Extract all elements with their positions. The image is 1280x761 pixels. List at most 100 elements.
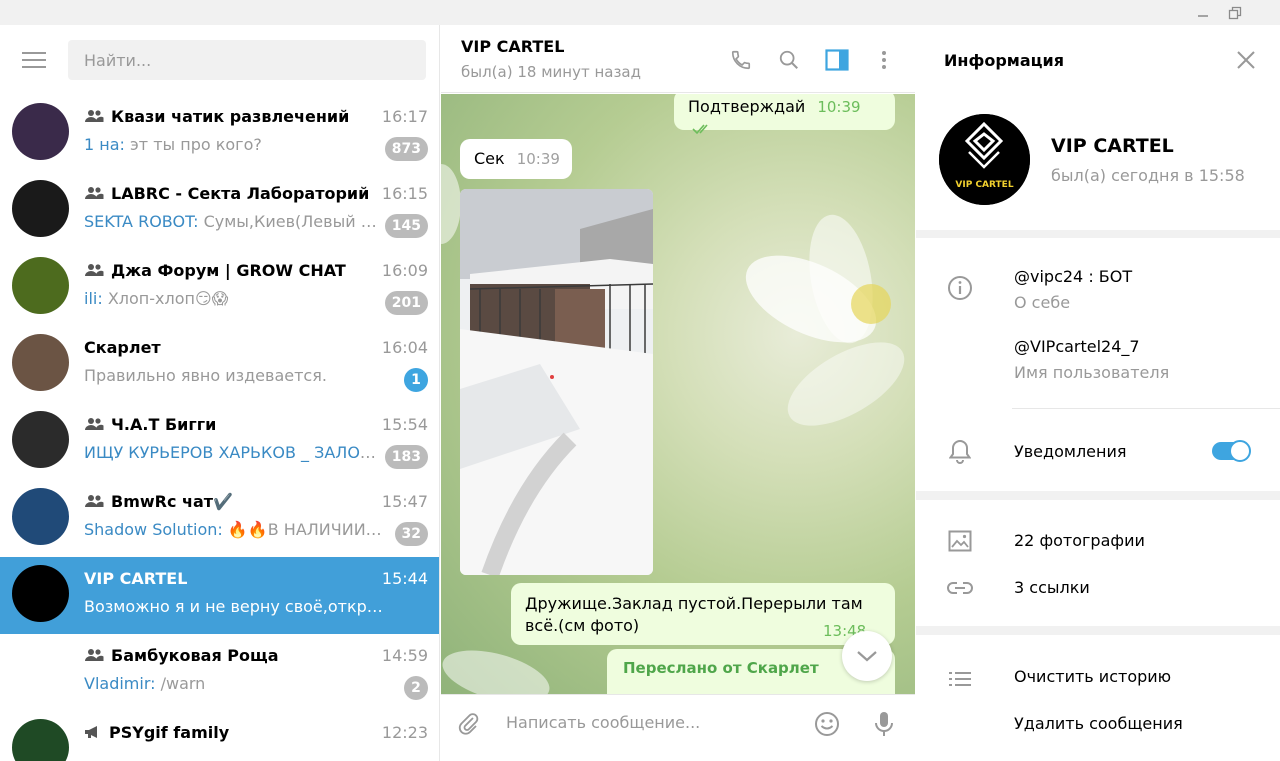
info-actions-block: Очистить историю Удалить сообщения bbox=[916, 635, 1280, 761]
profile-avatar[interactable]: VIP CARTEL bbox=[939, 114, 1030, 205]
chat-preview: Vladimir: /warn bbox=[84, 674, 384, 693]
wallpaper-flower-center bbox=[851, 284, 891, 324]
notifications-toggle[interactable] bbox=[1212, 440, 1251, 462]
chat-list-item[interactable]: VIP CARTEL 15:44 Возможно я и не верну сво… bbox=[0, 557, 439, 634]
delete-messages-button[interactable]: Удалить сообщения bbox=[1014, 714, 1183, 733]
chat-avatar bbox=[12, 565, 69, 622]
message-photo[interactable] bbox=[460, 189, 653, 575]
close-icon[interactable] bbox=[1228, 45, 1264, 75]
chat-avatar bbox=[12, 257, 69, 314]
hamburger-menu-icon[interactable] bbox=[14, 45, 54, 75]
notifications-label: Уведомления bbox=[1014, 442, 1127, 461]
chat-preview: ili: Хлоп-хлоп😏😱 bbox=[84, 289, 384, 308]
microphone-icon[interactable] bbox=[869, 709, 899, 739]
group-icon bbox=[84, 263, 104, 277]
chat-list-item[interactable]: Скарлет 16:04 Правильно явно издевается. 1 bbox=[0, 326, 439, 403]
chat-time: 16:17 bbox=[381, 107, 428, 126]
chat-preview: Shadow Solution: 🔥🔥В НАЛИЧИИ Г... bbox=[84, 520, 384, 539]
message-outgoing[interactable]: Дружище.Заклад пустой.Перерыли там всё.(… bbox=[511, 583, 895, 645]
chat-title[interactable]: VIP CARTEL bbox=[461, 37, 564, 56]
info-icon bbox=[946, 274, 974, 302]
chat-preview: ИЩУ КУРЬЕРОВ ХАРЬКОВ _ ЗАЛОГ!!: ... bbox=[84, 443, 384, 462]
chat-list-item[interactable]: Квази чатик развлечений 16:17 1 на: эт ты … bbox=[0, 95, 439, 172]
divider bbox=[1012, 408, 1280, 409]
chat-list-item[interactable]: BmwRc чат✔️ 15:47 Shadow Solution: 🔥🔥В НАЛ… bbox=[0, 480, 439, 557]
search-icon[interactable] bbox=[774, 45, 804, 75]
chat-name-row: VIP CARTEL bbox=[84, 567, 428, 589]
chat-name-row: BmwRc чат✔️ bbox=[84, 490, 428, 512]
info-title: Информация bbox=[944, 51, 1064, 70]
unread-badge: 2 bbox=[404, 676, 428, 700]
chat-time: 14:59 bbox=[381, 646, 428, 665]
search-input[interactable]: Найти... bbox=[68, 40, 426, 80]
chat-list-item[interactable]: Ч.А.Т Бигги 15:54 ИЩУ КУРЬЕРОВ ХАРЬКОВ _ З… bbox=[0, 403, 439, 480]
chat-list-item[interactable]: Бамбуковая Роща 14:59 Vladimir: /warn 2 bbox=[0, 634, 439, 711]
chat-preview-sender: ili: bbox=[84, 289, 103, 308]
chat-preview-text: Возможно я и не верну своё,открыв арбит.… bbox=[84, 597, 384, 616]
avatar-logo-text: VIP CARTEL bbox=[955, 180, 1014, 190]
info-panel: Информация VIP CARTEL VIP CARTEL был(а) … bbox=[916, 25, 1280, 761]
unread-badge: 873 bbox=[384, 137, 428, 161]
minimize-icon[interactable] bbox=[1188, 0, 1218, 25]
links-link[interactable]: 3 ссылки bbox=[1014, 578, 1090, 597]
info-media-block: 22 фотографии 3 ссылки bbox=[916, 500, 1280, 626]
chat-preview-sender: 1 на: bbox=[84, 135, 125, 154]
chat-avatar bbox=[12, 103, 69, 160]
chat-list-item[interactable]: LABRC - Секта Лабораторий 16:15 SEKTA ROBO… bbox=[0, 172, 439, 249]
username-value[interactable]: @VIPcartel24_7 bbox=[1014, 337, 1140, 356]
chat-preview-sender: Shadow Solution: bbox=[84, 520, 223, 539]
message-time: 10:39 bbox=[817, 98, 861, 116]
chat-name: Квази чатик развлечений bbox=[111, 106, 350, 126]
about-value[interactable]: @vipc24 : БОТ bbox=[1014, 267, 1132, 286]
channel-icon bbox=[84, 725, 102, 739]
double-check-icon bbox=[692, 124, 708, 135]
chat-avatar bbox=[12, 642, 69, 699]
chat-name-row: Бамбуковая Роща bbox=[84, 644, 428, 666]
chat-avatar bbox=[12, 411, 69, 468]
chat-name: Скарлет bbox=[84, 337, 161, 357]
message-outgoing[interactable]: Подтверждай 10:39 bbox=[674, 94, 895, 135]
message-area[interactable]: Подтверждай 10:39 Сек 10:39 Дружище.Закл… bbox=[441, 94, 915, 694]
list-icon bbox=[946, 665, 974, 693]
attach-icon[interactable] bbox=[454, 709, 484, 739]
restore-icon[interactable] bbox=[1220, 0, 1250, 25]
group-icon bbox=[84, 109, 104, 123]
scroll-down-button[interactable] bbox=[842, 631, 892, 681]
chat-name: PSYgif family bbox=[109, 722, 230, 742]
unread-badge: 32 bbox=[394, 522, 428, 546]
chat-list-item[interactable]: Джа Форум | GROW CHAT 16:09 ili: Хлоп-хлоп… bbox=[0, 249, 439, 326]
chat-time: 16:04 bbox=[381, 338, 428, 357]
wallpaper-petal bbox=[441, 640, 555, 694]
about-label: О себе bbox=[1014, 293, 1071, 312]
clear-history-button[interactable]: Очистить историю bbox=[1014, 667, 1171, 686]
unread-badge: 201 bbox=[384, 291, 428, 315]
chat-name-row: Скарлет bbox=[84, 336, 428, 358]
chat-preview: Правильно явно издевается. bbox=[84, 366, 384, 385]
chevron-down-icon bbox=[857, 651, 877, 662]
profile-name: VIP CARTEL bbox=[1051, 135, 1174, 157]
chat-preview-text: 🔥🔥В НАЛИЧИИ Г... bbox=[222, 520, 384, 539]
message-input[interactable]: Написать сообщение... bbox=[506, 713, 700, 732]
chat-list-item[interactable]: PSYgif family 12:23 bbox=[0, 711, 439, 761]
chat-name: LABRC - Секта Лабораторий bbox=[111, 183, 370, 203]
more-options-icon[interactable] bbox=[869, 45, 899, 75]
group-icon bbox=[84, 494, 104, 508]
message-text: Сек bbox=[474, 149, 505, 168]
sidebar-toggle-icon[interactable] bbox=[822, 45, 852, 75]
chat-preview-text: эт ты про кого? bbox=[124, 135, 262, 154]
forwarded-from: Переслано от Скарлет bbox=[623, 659, 819, 677]
chat-header[interactable]: VIP CARTEL был(а) 18 минут назад bbox=[441, 25, 915, 93]
emoji-icon[interactable] bbox=[812, 709, 842, 739]
chat-time: 15:44 bbox=[381, 569, 428, 588]
chat-preview-sender: Vladimir: bbox=[84, 674, 156, 693]
info-profile-block: Информация VIP CARTEL VIP CARTEL был(а) … bbox=[916, 25, 1280, 230]
message-incoming[interactable]: Сек 10:39 bbox=[460, 139, 572, 179]
message-time: 10:39 bbox=[516, 150, 560, 168]
chat-preview-text: Хлоп-хлоп😏😱 bbox=[102, 289, 229, 308]
unread-badge: 145 bbox=[384, 214, 428, 238]
group-icon bbox=[84, 417, 104, 431]
phone-icon[interactable] bbox=[726, 45, 756, 75]
photos-link[interactable]: 22 фотографии bbox=[1014, 531, 1145, 550]
chat-avatar bbox=[12, 488, 69, 545]
chat-name-row: Ч.А.Т Бигги bbox=[84, 413, 428, 435]
